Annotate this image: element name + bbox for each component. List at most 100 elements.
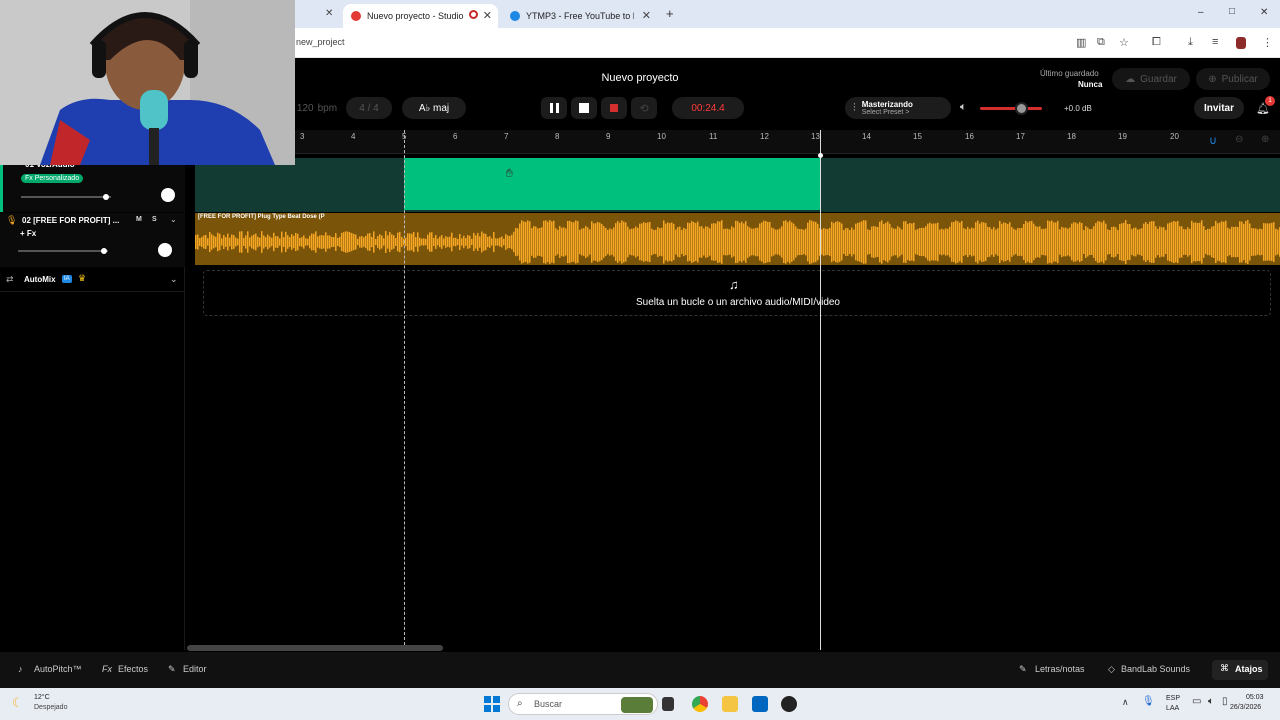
time-signature-control[interactable]: 4 / 4 [346, 97, 392, 119]
pause-button[interactable] [541, 97, 567, 119]
store-icon[interactable] [752, 696, 768, 712]
chrome-icon[interactable] [692, 696, 708, 712]
playhead[interactable] [818, 130, 823, 650]
close-window-button[interactable]: ✕ [1260, 7, 1268, 18]
tab-close-icon[interactable]: ✕ [325, 8, 333, 19]
playback-timer: 00:24.4 [672, 97, 744, 119]
language-bottom[interactable]: LAA [1166, 705, 1179, 712]
ruler-tick: 20 [1170, 132, 1179, 141]
editor-button[interactable]: Editor [183, 664, 207, 674]
tracks-area[interactable]: ✋︎ [FREE FOR PROFIT] Plug Type Beat Dose… [195, 130, 1280, 650]
fx-icon: Fx [102, 664, 112, 674]
install-app-icon[interactable]: ⧉ [1097, 36, 1105, 49]
track-header-2[interactable]: 🎙︎ 02 [FREE FOR PROFIT] ... M S ⌄ + Fx [0, 213, 185, 267]
master-volume-slider[interactable] [980, 102, 1042, 115]
publish-button[interactable]: ⊕ Publicar [1196, 68, 1270, 90]
record-button[interactable] [601, 97, 627, 119]
bpm-unit: bpm [317, 102, 338, 114]
chevron-up-icon[interactable]: ∧ [1122, 697, 1129, 708]
recording-clip[interactable]: ✋︎ [404, 158, 821, 210]
solo-button[interactable]: S [152, 216, 157, 223]
pan-knob[interactable] [161, 188, 175, 202]
zoom-out-icon[interactable]: ⊖ [1235, 134, 1243, 145]
ruler-tick: 8 [555, 132, 560, 141]
save-button[interactable]: ☁︎ Guardar [1112, 68, 1190, 90]
command-icon: ⌘ [1220, 663, 1229, 673]
track-volume-slider[interactable] [21, 194, 111, 200]
loop-button[interactable]: ⟲ [631, 97, 657, 119]
automix-row[interactable]: ⇄ AutoMix IA ♛ ⌄ [0, 270, 185, 292]
mixer-icon: ⫶ [853, 101, 856, 114]
add-fx-button[interactable]: + Fx [20, 229, 36, 238]
track-lane-2[interactable]: [FREE FOR PROFIT] Plug Type Beat Dose (P [195, 213, 1280, 265]
task-view-icon[interactable] [662, 697, 674, 711]
slider-thumb[interactable] [103, 194, 109, 200]
taskbar-search-box[interactable]: ⌕ Buscar [508, 693, 658, 715]
publish-label: Publicar [1221, 73, 1258, 85]
bottom-toolbar: ♪ AutoPitch™ Fx Efectos ✎ Editor ✎ Letra… [0, 652, 1280, 688]
volume-knob[interactable] [1015, 102, 1028, 115]
tab-close-icon[interactable]: ✕ [483, 9, 492, 22]
network-icon[interactable]: ▭ [1192, 696, 1201, 707]
extensions-icon[interactable]: ⧠ [1152, 36, 1161, 49]
reading-mode-icon[interactable]: ▥ [1076, 36, 1086, 49]
drop-zone[interactable]: ♫ Suelta un bucle o un archivo audio/MID… [203, 270, 1271, 316]
tab-ytmp3-label: YTMP3 - Free YouTube to MP3 [526, 11, 634, 21]
bandlab-sounds-button[interactable]: BandLab Sounds [1121, 664, 1190, 674]
microphone-tray-icon[interactable]: 🎙︎ [1142, 696, 1155, 707]
autopitch-button[interactable]: AutoPitch™ [34, 664, 82, 674]
drop-zone-text: Suelta un bucle o un archivo audio/MIDI/… [635, 297, 840, 308]
key-control[interactable]: A♭ maj [402, 97, 466, 119]
profile-avatar-icon[interactable] [1236, 37, 1246, 49]
obs-icon[interactable] [781, 696, 797, 712]
clock-date[interactable]: 26/3/2026 [1230, 704, 1261, 711]
bookmark-star-icon[interactable]: ☆ [1119, 36, 1129, 49]
ruler-tick: 15 [913, 132, 922, 141]
maximize-button[interactable]: □ [1229, 6, 1235, 17]
clock-time[interactable]: 05:03 [1246, 694, 1264, 701]
playhead-handle[interactable] [818, 153, 823, 158]
bpm-control[interactable]: 120 bpm [292, 97, 342, 119]
track-header-1[interactable]: 01 Voz/Audio M S Fx Personalizado [0, 158, 185, 212]
crown-icon: ♛ [78, 273, 87, 283]
stop-button[interactable] [571, 97, 597, 119]
pan-knob[interactable] [158, 243, 172, 257]
battery-icon[interactable]: ▯ [1222, 696, 1228, 707]
zoom-in-icon[interactable]: ⊕ [1261, 134, 1269, 145]
slider-thumb[interactable] [101, 248, 107, 254]
file-explorer-icon[interactable] [722, 696, 738, 712]
horizontal-scrollbar[interactable] [187, 645, 443, 651]
timeline-ruler[interactable]: 3 4 5 6 7 8 9 10 11 12 13 14 15 16 17 18… [185, 130, 1280, 154]
tab-close-icon[interactable]: ✕ [642, 9, 651, 22]
loop-start-marker[interactable] [404, 130, 405, 650]
volume-tray-icon[interactable]: 🔈︎ [1208, 696, 1214, 707]
lyrics-notes-button[interactable]: Letras/notas [1035, 664, 1085, 674]
tab-studio[interactable]: Nuevo proyecto - Studio ✕ [343, 4, 498, 28]
weather-description[interactable]: Despejado [34, 704, 67, 711]
track-name[interactable]: 02 [FREE FOR PROFIT] ... [22, 216, 119, 225]
ruler-tick: 11 [709, 132, 718, 141]
weather-temperature[interactable]: 12°C [34, 694, 50, 701]
ai-badge: IA [62, 275, 72, 283]
speaker-icon[interactable]: 🔈︎ [960, 101, 967, 114]
invite-button[interactable]: Invitar [1194, 97, 1244, 119]
browser-menu-icon[interactable]: ⋮ [1262, 36, 1273, 49]
tab-ytmp3[interactable]: YTMP3 - Free YouTube to MP3 ✕ [502, 4, 657, 28]
minimize-button[interactable]: – [1198, 7, 1204, 18]
effects-button[interactable]: Efectos [118, 664, 148, 674]
url-text[interactable]: new_project [296, 37, 345, 47]
new-tab-button[interactable]: + [666, 6, 674, 21]
download-icon[interactable]: ⤓ [1188, 36, 1193, 49]
track-fx-badge[interactable]: Fx Personalizado [21, 174, 84, 183]
mastering-preset-button[interactable]: ⫶ Masterizando Select Preset > [845, 97, 951, 119]
track-volume-slider[interactable] [18, 248, 108, 254]
chevron-down-icon[interactable]: ⌄ [170, 274, 178, 285]
stop-icon [579, 103, 589, 113]
start-windows-icon[interactable] [484, 696, 500, 712]
media-control-icon[interactable]: ≡ [1212, 36, 1218, 48]
language-top[interactable]: ESP [1166, 695, 1180, 702]
chevron-down-icon[interactable]: ⌄ [170, 215, 177, 224]
magnet-snap-icon[interactable]: ∪ [1209, 134, 1217, 147]
mute-button[interactable]: M [136, 216, 142, 223]
shortcuts-button[interactable]: ⌘ Atajos [1212, 660, 1268, 680]
